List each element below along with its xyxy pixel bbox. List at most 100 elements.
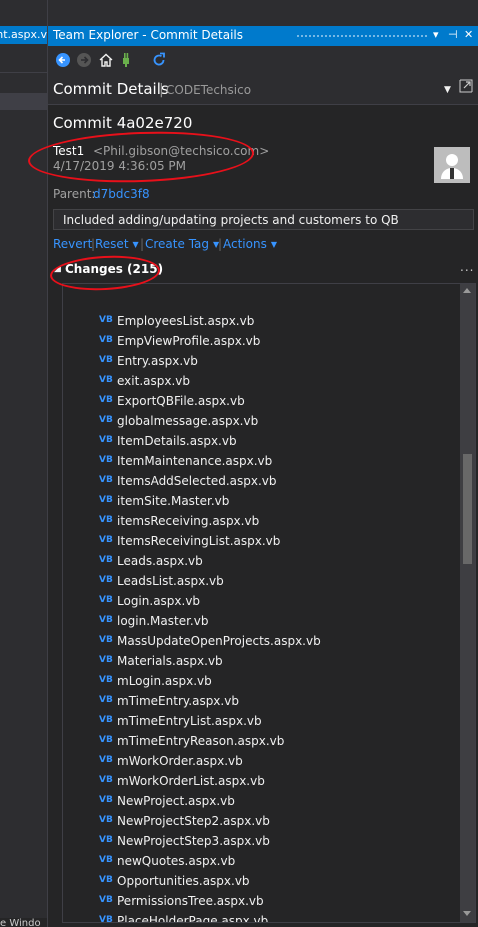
vb-file-icon: VB	[99, 415, 113, 425]
vb-file-icon: VB	[99, 635, 113, 645]
scrollbar[interactable]	[460, 284, 475, 922]
file-row[interactable]: VB Entry.aspx.vb	[63, 352, 459, 372]
file-row[interactable]: VB newQuotes.aspx.vb	[63, 852, 459, 872]
vb-file-icon: VB	[99, 555, 113, 565]
file-row[interactable]: VB ExportQBFile.aspx.vb	[63, 392, 459, 412]
file-name: mTimeEntryList.aspx.vb	[117, 714, 262, 728]
vb-file-icon: VB	[99, 495, 113, 505]
file-row[interactable]: VB mTimeEntry.aspx.vb	[63, 692, 459, 712]
file-row[interactable]: VB NewProject.aspx.vb	[63, 792, 459, 812]
vb-file-icon: VB	[99, 835, 113, 845]
titlebar-grip[interactable]	[296, 34, 428, 39]
file-row[interactable]: VB Leads.aspx.vb	[63, 552, 459, 572]
file-row[interactable]: VB PermissionsTree.aspx.vb	[63, 892, 459, 912]
person-icon	[434, 147, 470, 183]
file-row[interactable]: VB mWorkOrderList.aspx.vb	[63, 772, 459, 792]
popout-icon[interactable]	[459, 79, 473, 93]
create-tag-label: Create Tag	[145, 237, 210, 251]
revert-link[interactable]: Revert	[53, 237, 92, 251]
file-row[interactable]: VB NewProjectStep2.aspx.vb	[63, 812, 459, 832]
file-row[interactable]: VB mTimeEntryList.aspx.vb	[63, 712, 459, 732]
reset-label: Reset	[95, 237, 129, 251]
editor-sliver	[0, 0, 48, 927]
home-icon[interactable]	[98, 52, 114, 68]
vb-file-icon: VB	[99, 915, 113, 923]
file-row[interactable]: VB Materials.aspx.vb	[63, 652, 459, 672]
vb-file-icon: VB	[99, 515, 113, 525]
navigation-toolbar	[48, 46, 478, 74]
close-panel-button[interactable]: ✕	[464, 28, 473, 41]
file-name: NewProject.aspx.vb	[117, 794, 235, 808]
commit-id: Commit 4a02e720	[53, 114, 193, 132]
refresh-icon[interactable]	[151, 52, 167, 68]
file-row[interactable]: VB mWorkOrder.aspx.vb	[63, 752, 459, 772]
file-row[interactable]: VB EmpViewProfile.aspx.vb	[63, 332, 459, 352]
file-row[interactable]: VB ItemsReceivingList.aspx.vb	[63, 532, 459, 552]
reset-link[interactable]: Reset ▼	[95, 237, 139, 251]
file-row[interactable]: VB ItemDetails.aspx.vb	[63, 432, 459, 452]
window-position-button[interactable]: ▾	[433, 28, 439, 41]
editor-bottom-tab[interactable]: e Windo	[0, 918, 47, 927]
auto-hide-button[interactable]: ⊣	[448, 28, 458, 41]
file-row[interactable]: VB login.Master.vb	[63, 612, 459, 632]
file-row[interactable]: VB Opportunities.aspx.vb	[63, 872, 459, 892]
vb-file-icon: VB	[99, 355, 113, 365]
forward-icon[interactable]	[76, 52, 92, 68]
vb-file-icon: VB	[99, 475, 113, 485]
file-name: ItemDetails.aspx.vb	[117, 434, 237, 448]
file-row[interactable]: VB ItemsAddSelected.aspx.vb	[63, 472, 459, 492]
file-row[interactable]: VB itemSite.Master.vb	[63, 492, 459, 512]
vb-file-icon: VB	[99, 895, 113, 905]
file-name: itemSite.Master.vb	[117, 494, 230, 508]
actions-link[interactable]: Actions ▼	[223, 237, 277, 251]
more-options-icon[interactable]: ...	[460, 260, 474, 274]
scroll-up-icon[interactable]	[463, 288, 471, 293]
file-name: mWorkOrderList.aspx.vb	[117, 774, 265, 788]
vb-file-icon: VB	[99, 535, 113, 545]
file-name: ExportQBFile.aspx.vb	[117, 394, 245, 408]
file-name: MassUpdateOpenProjects.aspx.vb	[117, 634, 321, 648]
file-row[interactable]: VB globalmessage.aspx.vb	[63, 412, 459, 432]
file-name: Entry.aspx.vb	[117, 354, 198, 368]
file-name: globalmessage.aspx.vb	[117, 414, 259, 428]
chevron-down-icon: ▼	[270, 240, 277, 249]
vb-file-icon: VB	[99, 795, 113, 805]
file-name: Leads.aspx.vb	[117, 554, 203, 568]
file-row[interactable]: VB MassUpdateOpenProjects.aspx.vb	[63, 632, 459, 652]
commit-message-box[interactable]: Included adding/updating projects and cu…	[53, 209, 474, 230]
scroll-down-icon[interactable]	[463, 911, 471, 916]
file-row[interactable]: VB EmployeesList.aspx.vb	[63, 312, 459, 332]
file-name: itemsReceiving.aspx.vb	[117, 514, 260, 528]
vb-file-icon: VB	[99, 715, 113, 725]
changes-file-list[interactable]: VB EmployeesList.aspx.vb VB EmpViewProfile.…	[62, 283, 476, 923]
file-name: EmpViewProfile.aspx.vb	[117, 334, 261, 348]
vb-file-icon: VB	[99, 455, 113, 465]
scroll-thumb[interactable]	[463, 454, 472, 564]
back-icon[interactable]	[55, 52, 71, 68]
file-name: NewProjectStep2.aspx.vb	[117, 814, 270, 828]
file-row[interactable]: VB mLogin.aspx.vb	[63, 672, 459, 692]
create-tag-link[interactable]: Create Tag ▼	[145, 237, 219, 251]
parent-commit-link[interactable]: d7bdc3f8	[93, 187, 150, 201]
repository-name: CODETechsico	[166, 83, 252, 97]
file-row[interactable]: VB ItemMaintenance.aspx.vb	[63, 452, 459, 472]
vb-file-icon: VB	[99, 875, 113, 885]
vb-file-icon: VB	[99, 815, 113, 825]
editor-tab[interactable]: nt.aspx.v	[0, 26, 47, 44]
actions-label: Actions	[223, 237, 267, 251]
file-row[interactable]: VB PlaceHolderPage.aspx.vb	[63, 912, 459, 923]
page-dropdown-icon[interactable]: ▼	[444, 85, 451, 95]
file-name: login.Master.vb	[117, 614, 209, 628]
file-name: ItemsAddSelected.aspx.vb	[117, 474, 277, 488]
file-name: PermissionsTree.aspx.vb	[117, 894, 264, 908]
file-row[interactable]: VB NewProjectStep3.aspx.vb	[63, 832, 459, 852]
file-row[interactable]: VB Login.aspx.vb	[63, 592, 459, 612]
connect-icon[interactable]	[118, 52, 134, 68]
file-name: Login.aspx.vb	[117, 594, 201, 608]
file-row[interactable]: VB LeadsList.aspx.vb	[63, 572, 459, 592]
file-row[interactable]: VB exit.aspx.vb	[63, 372, 459, 392]
vb-file-icon: VB	[99, 395, 113, 405]
editor-divider	[0, 72, 47, 73]
file-row[interactable]: VB itemsReceiving.aspx.vb	[63, 512, 459, 532]
file-row[interactable]: VB mTimeEntryReason.aspx.vb	[63, 732, 459, 752]
